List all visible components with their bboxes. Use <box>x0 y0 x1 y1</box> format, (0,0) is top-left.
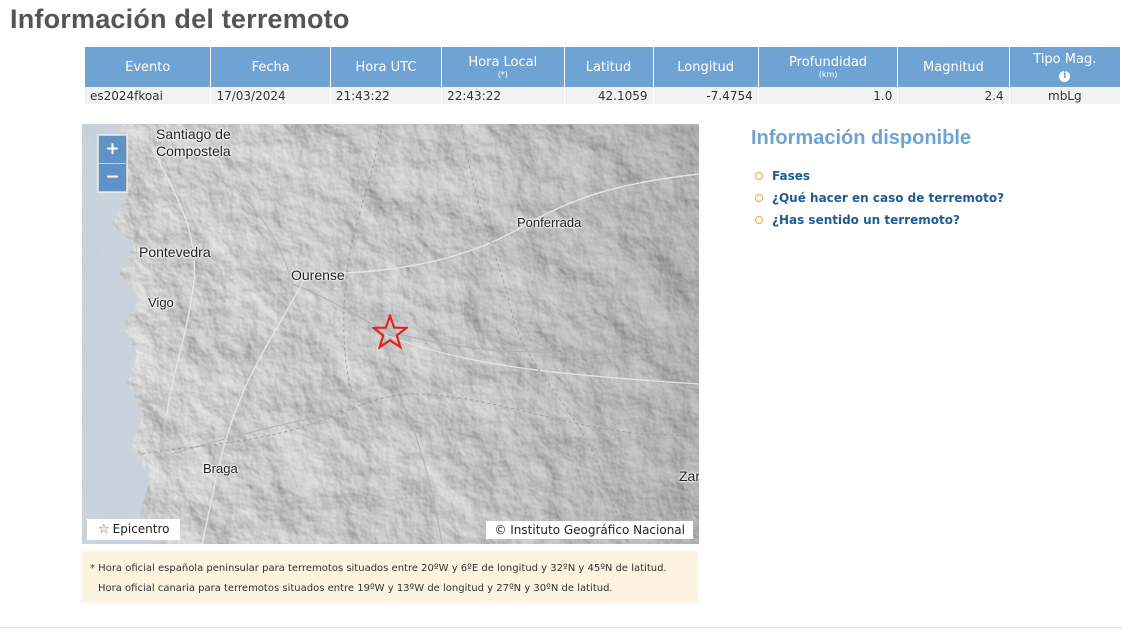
header-magnitude-type: Tipo Mag. i <box>1009 47 1120 87</box>
header-event: Evento <box>85 47 211 87</box>
note-line-canary: Hora oficial canaria para terremotos sit… <box>98 583 613 594</box>
zoom-control: + − <box>97 134 128 193</box>
epicenter-map[interactable]: Santiago de Compostela Pontevedra Vigo O… <box>82 124 699 544</box>
city-label-braga: Braga <box>203 461 238 476</box>
page-title: Información del terremoto <box>10 4 350 34</box>
info-icon[interactable]: i <box>1059 71 1071 82</box>
map-attribution: © Instituto Geográfico Nacional <box>486 521 693 539</box>
cell-date: 17/03/2024 <box>211 87 330 104</box>
city-label-ourense: Ourense <box>291 267 345 283</box>
table-header-row: Evento Fecha Hora UTC Hora Local (*) Lat… <box>85 47 1120 87</box>
city-label-santiago: Santiago de <box>156 126 231 142</box>
link-que-hacer[interactable]: ¿Qué hacer en caso de terremoto? <box>772 191 1004 205</box>
cell-depth: 1.0 <box>758 87 898 104</box>
city-label-zamora: Zar <box>679 468 699 484</box>
time-note: * Hora oficial española peninsular para … <box>82 551 698 603</box>
header-date: Fecha <box>211 47 330 87</box>
city-label-vigo: Vigo <box>148 295 174 310</box>
link-fases[interactable]: Fases <box>772 169 810 183</box>
divider <box>0 627 1122 628</box>
header-magnitude: Magnitud <box>898 47 1009 87</box>
list-item: ¿Qué hacer en caso de terremoto? <box>755 190 1004 212</box>
city-label-compostela: Compostela <box>156 143 231 159</box>
cell-event: es2024fkoai <box>85 87 211 104</box>
header-depth: Profundidad (km) <box>758 47 898 87</box>
city-label-pontevedra: Pontevedra <box>139 244 211 260</box>
star-icon: ☆ <box>98 522 110 537</box>
header-local-time-note: (*) <box>497 69 508 79</box>
circle-bullet-icon <box>755 172 763 180</box>
header-latitude: Latitud <box>564 47 653 87</box>
cell-magnitude: 2.4 <box>898 87 1009 104</box>
city-label-ponferrada: Ponferrada <box>517 215 582 230</box>
zoom-out-button[interactable]: − <box>99 164 126 191</box>
list-item: Fases <box>755 168 1004 190</box>
cell-local-time: 22:43:22 <box>442 87 564 104</box>
circle-bullet-icon <box>755 194 763 202</box>
epicenter-star-icon[interactable] <box>372 314 408 350</box>
cell-utc-time: 21:43:22 <box>330 87 442 104</box>
header-local-time: Hora Local (*) <box>442 47 564 87</box>
cell-magnitude-type: mbLg <box>1009 87 1120 104</box>
legend-label: Epicentro <box>112 522 170 536</box>
info-heading: Información disponible <box>751 127 972 149</box>
link-has-sentido[interactable]: ¿Has sentido un terremoto? <box>772 213 960 227</box>
cell-latitude: 42.1059 <box>564 87 653 104</box>
earthquake-table: Evento Fecha Hora UTC Hora Local (*) Lat… <box>84 47 1121 104</box>
header-depth-label: Profundidad <box>789 54 868 70</box>
info-links-list: Fases ¿Qué hacer en caso de terremoto? ¿… <box>755 168 1004 234</box>
header-utc-time: Hora UTC <box>330 47 442 87</box>
map-legend: ☆ Epicentro <box>87 519 180 540</box>
table-row: es2024fkoai 17/03/2024 21:43:22 22:43:22… <box>85 87 1120 104</box>
zoom-in-button[interactable]: + <box>99 136 126 163</box>
list-item: ¿Has sentido un terremoto? <box>755 212 1004 234</box>
header-local-time-label: Hora Local <box>468 54 538 70</box>
note-line-peninsular: * Hora oficial española peninsular para … <box>90 563 667 574</box>
circle-bullet-icon <box>755 216 763 224</box>
header-magnitude-type-label: Tipo Mag. <box>1033 52 1097 67</box>
header-depth-unit: (km) <box>818 69 838 79</box>
cell-longitude: -7.4754 <box>653 87 758 104</box>
header-longitude: Longitud <box>653 47 758 87</box>
